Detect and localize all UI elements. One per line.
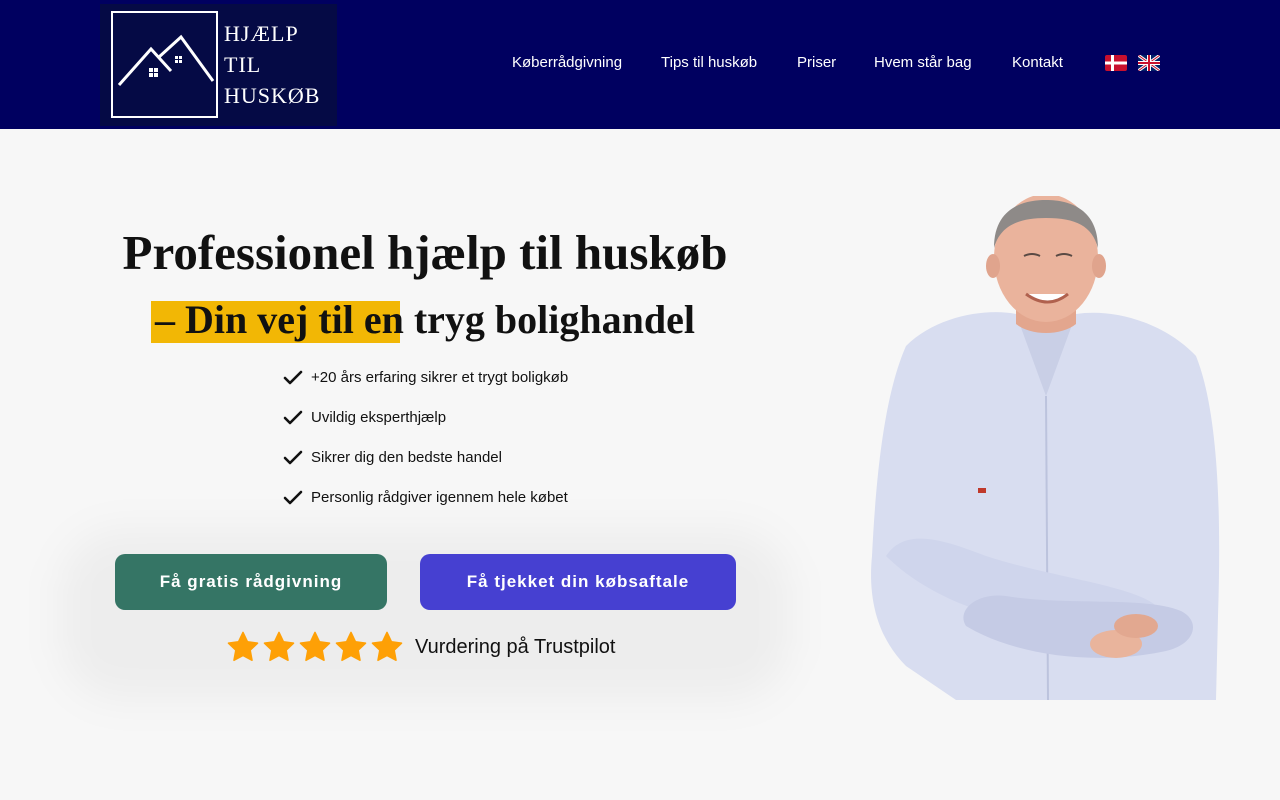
nav-item-priser[interactable]: Priser — [797, 54, 836, 71]
star-icon — [263, 631, 295, 662]
trustpilot-rating[interactable]: Vurdering på Trustpilot — [226, 630, 646, 666]
uk-flag-icon[interactable] — [1138, 55, 1160, 71]
checkmark-icon — [283, 370, 303, 385]
free-advice-button[interactable]: Få gratis rådgivning — [115, 554, 387, 610]
checklist-item-text: Sikrer dig den bedste handel — [311, 449, 502, 466]
checklist-item: Personlig rådgiver igennem hele købet — [283, 487, 703, 509]
nav-item-tips[interactable]: Tips til huskøb — [661, 54, 757, 71]
checklist-item: +20 års erfaring sikrer et trygt boligkø… — [283, 367, 703, 389]
nav-item-kontakt[interactable]: Kontakt — [1012, 54, 1063, 71]
check-purchase-agreement-button[interactable]: Få tjekket din købsaftale — [420, 554, 736, 610]
nav-item-hvem-staar-bag[interactable]: Hvem står bag — [874, 54, 972, 71]
site-header: HJÆLP TIL HUSKØB Køberrådgivning Tips ti… — [0, 0, 1280, 129]
logo-line-3: HUSKØB — [224, 83, 321, 108]
checkmark-icon — [283, 490, 303, 505]
checklist-item-text: Personlig rådgiver igennem hele købet — [311, 489, 568, 506]
danish-flag-icon[interactable] — [1105, 55, 1127, 71]
star-icon — [371, 631, 403, 662]
checkmark-icon — [283, 450, 303, 465]
nav-item-koberraadgivning[interactable]: Køberrådgivning — [512, 54, 622, 71]
checkmark-icon — [283, 410, 303, 425]
checklist-item: Sikrer dig den bedste handel — [283, 447, 703, 469]
checklist-item-text: Uvildig eksperthjælp — [311, 409, 447, 426]
subtitle-highlight-text: – Din vej til en — [154, 297, 404, 342]
advisor-portrait — [871, 196, 1220, 700]
star-icon — [227, 631, 259, 662]
hero-subtitle: – Din vej til en tryg bolighandel — [100, 296, 750, 343]
checklist-item: Uvildig eksperthjælp — [283, 407, 703, 429]
checklist-item-text: +20 års erfaring sikrer et trygt boligkø… — [311, 369, 569, 386]
subtitle-rest-text: tryg bolighandel — [403, 297, 696, 342]
star-icon — [335, 631, 367, 662]
trustpilot-label: Vurdering på Trustpilot — [415, 636, 616, 658]
main-nav: Køberrådgivning Tips til huskøb Priser H… — [0, 54, 1280, 76]
hero-title: Professionel hjælp til huskøb — [122, 225, 728, 280]
logo-line-1: HJÆLP — [224, 21, 299, 46]
star-icon — [299, 631, 331, 662]
